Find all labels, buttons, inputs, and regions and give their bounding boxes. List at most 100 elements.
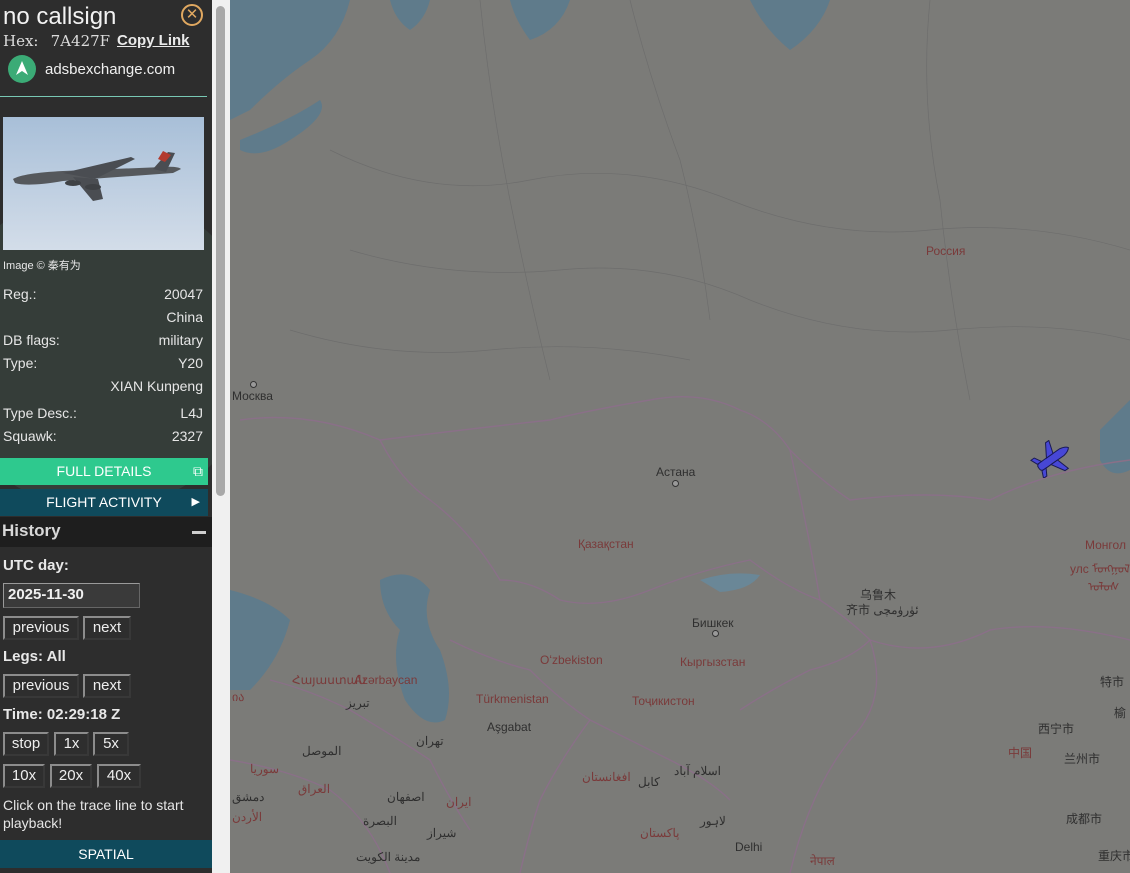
detail-value: 2327 <box>171 428 203 444</box>
adsbexchange-logo-icon[interactable] <box>8 55 36 83</box>
map-label-iran: ایران <box>446 795 472 809</box>
map-label-iraq: العراق <box>298 782 331 796</box>
city-marker <box>250 381 257 388</box>
map-label-islamabad: اسلام آباد <box>674 764 721 778</box>
detail-key: Squawk: <box>3 428 57 444</box>
detail-row-registration: Reg.: 20047 <box>3 286 203 306</box>
detail-value: XIAN Kunpeng <box>110 378 203 394</box>
map-label-china: 中国 <box>1008 746 1033 760</box>
photo-credit: Image © 秦有为 <box>3 260 81 272</box>
map-label-ashgabat: Aşgabat <box>487 720 532 734</box>
map-label-kyrgyzstan: Кыргызстан <box>680 655 746 669</box>
leg-next-button[interactable]: next <box>83 674 131 698</box>
utc-day-input[interactable]: 2025-11-30 <box>3 583 140 608</box>
copy-link[interactable]: Copy Link <box>117 32 190 49</box>
map-label-pakistan: پاکستان <box>640 826 680 840</box>
detail-value: 20047 <box>164 286 203 302</box>
map-label-nepal: नेपाल <box>810 854 835 868</box>
map-label-yu: 榆 <box>1114 706 1127 720</box>
detail-key: Type Desc.: <box>3 405 77 421</box>
collapse-icon[interactable] <box>192 531 206 534</box>
map-label-tehran: تهران <box>416 734 444 748</box>
map-label-tajikistan: Тоҷикистон <box>632 694 695 708</box>
full-details-button[interactable]: FULL DETAILS ⧉ <box>0 458 208 485</box>
speed-5x-button[interactable]: 5x <box>93 732 129 756</box>
map-label-syria: سوريا <box>250 762 280 776</box>
detail-key: Type: <box>3 355 38 371</box>
map-label-chengdu: 成都市 <box>1066 812 1103 826</box>
map-label-tabriz: تبریز <box>346 696 370 710</box>
history-header[interactable]: History <box>0 517 212 547</box>
map-label-astana: Астана <box>656 465 696 479</box>
utc-day-label: UTC day: <box>3 557 69 574</box>
map-label-mongolia: Монгол <box>1085 538 1126 552</box>
day-next-button[interactable]: next <box>83 616 131 640</box>
map-label-lanzhou: 兰州市 <box>1064 752 1101 766</box>
day-previous-button[interactable]: previous <box>3 616 79 640</box>
detail-value: Y20 <box>178 355 203 371</box>
map-label-kazakhstan: Қазақстан <box>578 537 634 551</box>
city-marker <box>672 480 679 487</box>
close-icon[interactable]: ✕ <box>181 4 203 26</box>
divider <box>0 96 207 97</box>
map-label-bishkek: Бишкек <box>692 616 734 630</box>
hex-label: Hex: <box>3 32 39 50</box>
speed-10x-button[interactable]: 10x <box>3 764 45 788</box>
legs-label: Legs: All <box>3 648 66 665</box>
time-label: Time: 02:29:18 Z <box>3 706 121 723</box>
full-details-label: FULL DETAILS <box>56 463 152 479</box>
map-water-and-borders <box>230 0 1130 873</box>
detail-row-squawk: Squawk: 2327 <box>3 428 203 448</box>
hex-row: Hex: 7A427F <box>3 32 110 50</box>
triangle-right-icon: ▶ <box>191 496 200 508</box>
map-label-delhi: Delhi <box>735 840 763 854</box>
map-label-kabul: کابل <box>638 775 660 789</box>
speed-1x-button[interactable]: 1x <box>54 732 89 756</box>
map-label-damascus: دمشق <box>232 790 265 804</box>
map-label-chongqing: 重庆市 <box>1098 849 1130 863</box>
map-label-turkmenistan: Türkmenistan <box>476 692 549 706</box>
external-link-icon: ⧉ <box>193 463 203 479</box>
map-label-moscow: Москва <box>232 389 273 403</box>
map-label-jordan: الأردن <box>232 810 263 824</box>
flight-activity-label: FLIGHT ACTIVITY <box>46 494 162 510</box>
map-label-georgia: ია <box>232 690 245 704</box>
map-canvas[interactable]: Россия Москва Астана Қазақстан 乌鲁木 齐市 ئۈ… <box>230 0 1130 873</box>
detail-key: DB flags: <box>3 332 60 348</box>
scrollbar-thumb[interactable] <box>216 6 225 496</box>
detail-key: Reg.: <box>3 286 37 302</box>
flight-activity-button[interactable]: FLIGHT ACTIVITY ▶ <box>0 489 208 516</box>
map-label-mongolia-3: ᠤᠯᠤᠰ <box>1088 580 1120 594</box>
city-marker <box>712 630 719 637</box>
aircraft-info-panel: no callsign ✕ Hex: 7A427F Copy Link adsb… <box>0 0 212 873</box>
speed-stop-button[interactable]: stop <box>3 732 49 756</box>
history-title: History <box>2 521 61 540</box>
sidebar-scrollbar[interactable] <box>212 0 230 873</box>
map-label-basra: البصرة <box>363 814 397 828</box>
map-label-isfahan: اصفهان <box>387 790 425 804</box>
detail-row-type: Type: Y20 <box>3 355 203 375</box>
detail-row-db-flags: DB flags: military <box>3 332 203 352</box>
map-label-shiraz: شیراز <box>427 826 457 840</box>
detail-row-type-desc: Type Desc.: L4J <box>3 405 203 425</box>
map-label-urumqi-2: 齐市 ئۈرۈمچى <box>846 603 919 617</box>
speed-40x-button[interactable]: 40x <box>97 764 141 788</box>
source-link[interactable]: adsbexchange.com <box>45 61 175 78</box>
detail-value: L4J <box>180 405 203 421</box>
map-label-uzbekistan: Oʻzbekiston <box>540 653 603 667</box>
hex-value: 7A427F <box>50 32 111 50</box>
aircraft-marker-icon[interactable] <box>1030 439 1074 480</box>
playback-hint: Click on the trace line to start playbac… <box>3 797 184 831</box>
map-label-russia: Россия <box>926 244 966 258</box>
aircraft-photo[interactable] <box>3 117 204 250</box>
speed-20x-button[interactable]: 20x <box>50 764 92 788</box>
map-label-mosul: الموصل <box>302 744 342 758</box>
detail-value: military <box>158 332 203 348</box>
detail-row-country: China <box>3 309 203 329</box>
map-label-xining: 西宁市 <box>1038 722 1075 736</box>
map-label-armenia: Հայաստան <box>292 673 366 687</box>
callsign-title: no callsign <box>3 3 117 30</box>
map-label-lahore: لاہور <box>700 814 726 828</box>
spatial-button[interactable]: SPATIAL <box>0 840 212 868</box>
leg-previous-button[interactable]: previous <box>3 674 79 698</box>
